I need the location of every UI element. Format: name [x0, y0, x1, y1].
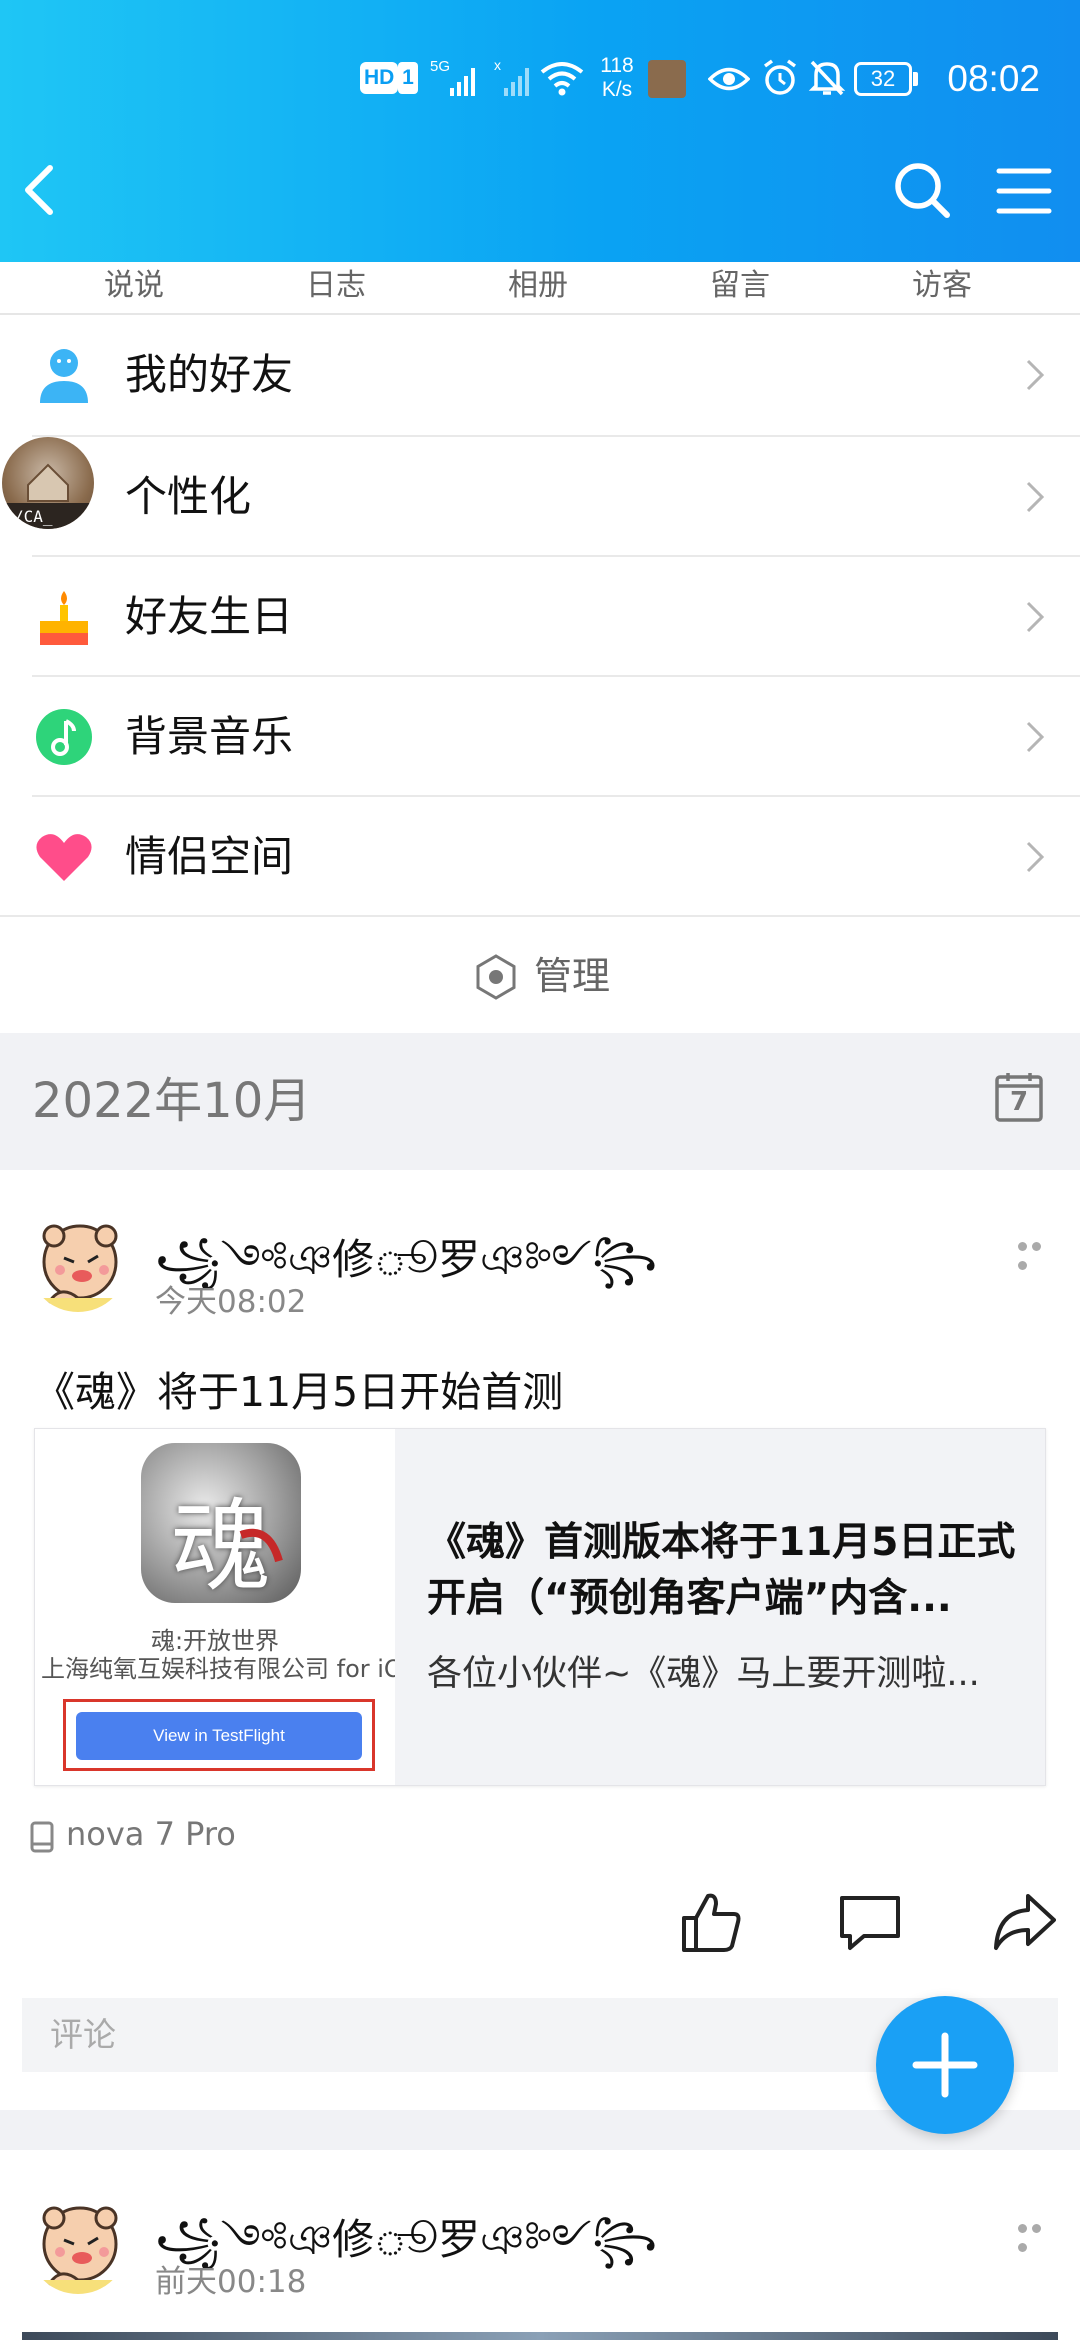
post-time: 今天08:02 [155, 1284, 307, 1320]
plus-icon [912, 2032, 978, 2098]
hamburger-icon [996, 168, 1052, 214]
app-icon: 魂 [141, 1443, 301, 1603]
avatar[interactable] [28, 2194, 128, 2294]
add-post-button[interactable] [876, 1996, 1014, 2134]
hexagon-settings-icon [476, 954, 516, 1000]
battery-icon: 32 [854, 62, 912, 96]
post-image [22, 2332, 1058, 2340]
chevron-left-icon [25, 165, 53, 215]
avatar-icon: /CA_ [2, 437, 94, 529]
music-note-icon [36, 709, 92, 765]
card-thumbnail: 魂 魂:开放世界 上海纯氧互娱科技有限公司 for iOS View in Te… [35, 1429, 395, 1785]
card-title: 《魂》首测版本将于11月5日正式开启（“预创角客户端”内含... [427, 1520, 1016, 1621]
chevron-right-icon [1026, 359, 1045, 391]
tab-fangke[interactable]: 访客 [882, 260, 1002, 304]
more-icon[interactable] [1018, 2218, 1058, 2252]
like-icon[interactable] [680, 1890, 744, 1954]
menu-button[interactable] [996, 166, 1052, 216]
svg-text:x: x [494, 58, 501, 73]
status-app-icon [648, 60, 686, 98]
chevron-right-icon [1026, 481, 1045, 513]
share-card[interactable]: 魂 魂:开放世界 上海纯氧互娱科技有限公司 for iOS View in Te… [34, 1428, 1046, 1786]
comment-icon[interactable] [838, 1890, 902, 1954]
signal-icon: 5G [430, 58, 482, 98]
search-icon [895, 163, 950, 218]
tab-rizhi[interactable]: 日志 [276, 260, 396, 304]
calendar-icon[interactable]: 7 [994, 1071, 1044, 1123]
person-icon [40, 349, 88, 403]
svg-text:/CA_: /CA_ [14, 507, 53, 526]
chevron-right-icon [1026, 721, 1045, 753]
testflight-button: View in TestFlight [76, 1712, 362, 1760]
tab-xiangce[interactable]: 相册 [478, 260, 598, 304]
battery-nub [913, 72, 918, 86]
tab-shuoshuo[interactable]: 说说 [74, 260, 194, 304]
back-button[interactable] [16, 160, 66, 220]
chevron-right-icon [1026, 601, 1045, 633]
cake-icon [40, 591, 88, 645]
month-bar: 2022年10月 7 [0, 1033, 1080, 1170]
post-time: 前天00:18 [155, 2264, 307, 2300]
post-text: 《魂》将于11月5日开始首测 [34, 1368, 564, 1416]
more-icon[interactable] [1018, 1236, 1058, 1270]
menu-item-couple[interactable]: 情侣空间 [0, 797, 1080, 917]
wifi-icon [540, 60, 584, 98]
status-clock: 08:02 [947, 58, 1040, 99]
menu-item-friends[interactable]: 我的好友 [0, 315, 1080, 435]
testflight-highlight: View in TestFlight [63, 1699, 375, 1771]
search-button[interactable] [892, 160, 952, 220]
alarm-icon [760, 58, 800, 98]
sim-badge: 1 [398, 62, 418, 94]
avatar[interactable] [28, 1212, 128, 1312]
phone-icon [30, 1821, 54, 1853]
mute-bell-icon [808, 58, 846, 98]
tab-liuyan[interactable]: 留言 [680, 260, 800, 304]
card-description: 各位小伙伴~《魂》马上要开测啦... [427, 1654, 980, 1694]
share-icon[interactable] [992, 1890, 1056, 1954]
hd-badge: HD [360, 62, 399, 94]
app-header: HD 1 5G x 118 K/s 32 08:02 [0, 0, 1080, 262]
manage-button[interactable]: 管理 [0, 915, 1080, 1035]
net-speed: 118 K/s [600, 54, 634, 101]
chevron-right-icon [1026, 841, 1045, 873]
menu-item-personalize[interactable]: /CA_ 个性化 [0, 437, 1080, 557]
menu-item-music[interactable]: 背景音乐 [0, 677, 1080, 797]
menu-item-birthday[interactable]: 好友生日 [0, 557, 1080, 677]
heart-icon [36, 834, 92, 881]
eye-icon [707, 62, 751, 96]
signal-2-icon: x [494, 57, 534, 98]
